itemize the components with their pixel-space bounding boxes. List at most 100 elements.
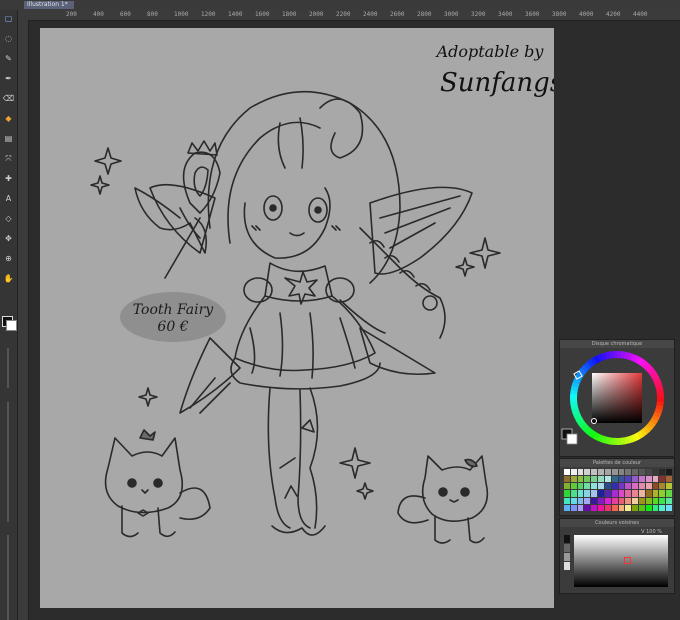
brush-size-slider[interactable]: [7, 348, 9, 388]
palette-swatch[interactable]: [666, 476, 672, 483]
palette-swatch[interactable]: [652, 476, 659, 483]
palette-swatch[interactable]: [611, 497, 618, 504]
pen-icon[interactable]: ✒: [3, 74, 14, 83]
palette-swatch[interactable]: [604, 469, 611, 476]
palette-swatch[interactable]: [632, 476, 638, 483]
palette-swatch[interactable]: [625, 476, 632, 483]
palette-swatch[interactable]: [604, 497, 611, 504]
palette-swatch[interactable]: [645, 497, 652, 504]
eyedropper-icon[interactable]: ✚: [3, 174, 14, 183]
move-icon[interactable]: ✥: [3, 234, 14, 243]
palette-swatch[interactable]: [632, 497, 638, 504]
palette-swatch[interactable]: [618, 504, 625, 511]
palette-swatch[interactable]: [577, 476, 584, 483]
palette-swatch[interactable]: [666, 490, 672, 497]
palette-swatch[interactable]: [632, 490, 638, 497]
palette-swatch[interactable]: [604, 490, 611, 497]
palette-swatch[interactable]: [577, 497, 584, 504]
palette-swatch[interactable]: [666, 504, 672, 511]
palette-swatch[interactable]: [632, 504, 638, 511]
palette-swatch[interactable]: [659, 469, 666, 476]
palette-swatch[interactable]: [570, 469, 577, 476]
palette-swatch[interactable]: [652, 490, 659, 497]
color-wheel[interactable]: [560, 349, 676, 457]
palette-swatch[interactable]: [645, 483, 652, 490]
palette-swatch[interactable]: [598, 497, 604, 504]
palette-swatch[interactable]: [638, 504, 645, 511]
palette-swatch[interactable]: [659, 476, 666, 483]
palette-swatch[interactable]: [638, 483, 645, 490]
palette-swatch[interactable]: [577, 490, 584, 497]
palette-swatch[interactable]: [611, 476, 618, 483]
palette-swatch[interactable]: [564, 469, 570, 476]
drawing-canvas[interactable]: Adoptable by Sunfangs Tooth Fairy 60 €: [40, 28, 554, 608]
palette-swatch[interactable]: [584, 476, 591, 483]
palette-swatch[interactable]: [611, 490, 618, 497]
palette-swatch[interactable]: [638, 490, 645, 497]
select-icon[interactable]: ▢: [3, 14, 14, 23]
palette-swatch[interactable]: [611, 483, 618, 490]
palette-swatch[interactable]: [652, 469, 659, 476]
palette-swatch[interactable]: [598, 504, 604, 511]
hand-icon[interactable]: ✋: [3, 274, 14, 283]
palette-swatch[interactable]: [625, 469, 632, 476]
palette-swatch[interactable]: [659, 490, 666, 497]
palette-swatch-grid[interactable]: [564, 469, 672, 511]
palette-swatch[interactable]: [564, 476, 570, 483]
neighbor-colors-grid[interactable]: [574, 535, 668, 587]
palette-swatch[interactable]: [645, 476, 652, 483]
palette-swatch[interactable]: [645, 490, 652, 497]
palette-swatch[interactable]: [604, 476, 611, 483]
eraser-icon[interactable]: ⌫: [3, 94, 14, 103]
palette-swatch[interactable]: [652, 497, 659, 504]
palette-swatch[interactable]: [584, 483, 591, 490]
gradient-icon[interactable]: ▤: [3, 134, 14, 143]
palette-swatch[interactable]: [591, 497, 598, 504]
palette-swatch[interactable]: [564, 483, 570, 490]
palette-swatch[interactable]: [570, 504, 577, 511]
palette-swatch[interactable]: [577, 469, 584, 476]
palette-swatch[interactable]: [591, 483, 598, 490]
palette-swatch[interactable]: [570, 490, 577, 497]
palette-swatch[interactable]: [570, 476, 577, 483]
palette-swatch[interactable]: [598, 490, 604, 497]
palette-swatch[interactable]: [625, 504, 632, 511]
palette-swatch[interactable]: [632, 469, 638, 476]
palette-swatch[interactable]: [598, 483, 604, 490]
palette-swatch[interactable]: [618, 497, 625, 504]
palette-swatch[interactable]: [666, 497, 672, 504]
palette-swatch[interactable]: [645, 469, 652, 476]
palette-swatch[interactable]: [666, 483, 672, 490]
palette-swatch[interactable]: [570, 497, 577, 504]
palette-swatch[interactable]: [632, 483, 638, 490]
zoom-icon[interactable]: ⊕: [3, 254, 14, 263]
neighbor-picker-handle[interactable]: [624, 557, 631, 564]
palette-swatch[interactable]: [564, 497, 570, 504]
palette-swatch[interactable]: [604, 483, 611, 490]
wheel-background-swatch[interactable]: [566, 433, 578, 445]
palette-swatch[interactable]: [659, 504, 666, 511]
palette-swatch[interactable]: [584, 504, 591, 511]
palette-swatch[interactable]: [611, 504, 618, 511]
palette-swatch[interactable]: [564, 490, 570, 497]
palette-swatch[interactable]: [604, 504, 611, 511]
palette-swatch[interactable]: [638, 497, 645, 504]
neighbor-history[interactable]: [564, 535, 570, 587]
palette-swatch[interactable]: [598, 469, 604, 476]
fill-icon[interactable]: ◆: [3, 114, 14, 123]
palette-swatch[interactable]: [618, 483, 625, 490]
palette-swatch[interactable]: [659, 497, 666, 504]
palette-swatch[interactable]: [659, 483, 666, 490]
brush-icon[interactable]: ✎: [3, 54, 14, 63]
transform-icon[interactable]: ⤧: [3, 154, 14, 163]
palette-swatch[interactable]: [625, 497, 632, 504]
palette-swatch[interactable]: [591, 476, 598, 483]
palette-swatch[interactable]: [584, 497, 591, 504]
lasso-icon[interactable]: ◌: [3, 34, 14, 43]
palette-swatch[interactable]: [611, 469, 618, 476]
palette-swatch[interactable]: [638, 476, 645, 483]
palette-swatch[interactable]: [591, 490, 598, 497]
shape-icon[interactable]: ◇: [3, 214, 14, 223]
palette-swatch[interactable]: [638, 469, 645, 476]
text-icon[interactable]: A: [3, 194, 14, 203]
